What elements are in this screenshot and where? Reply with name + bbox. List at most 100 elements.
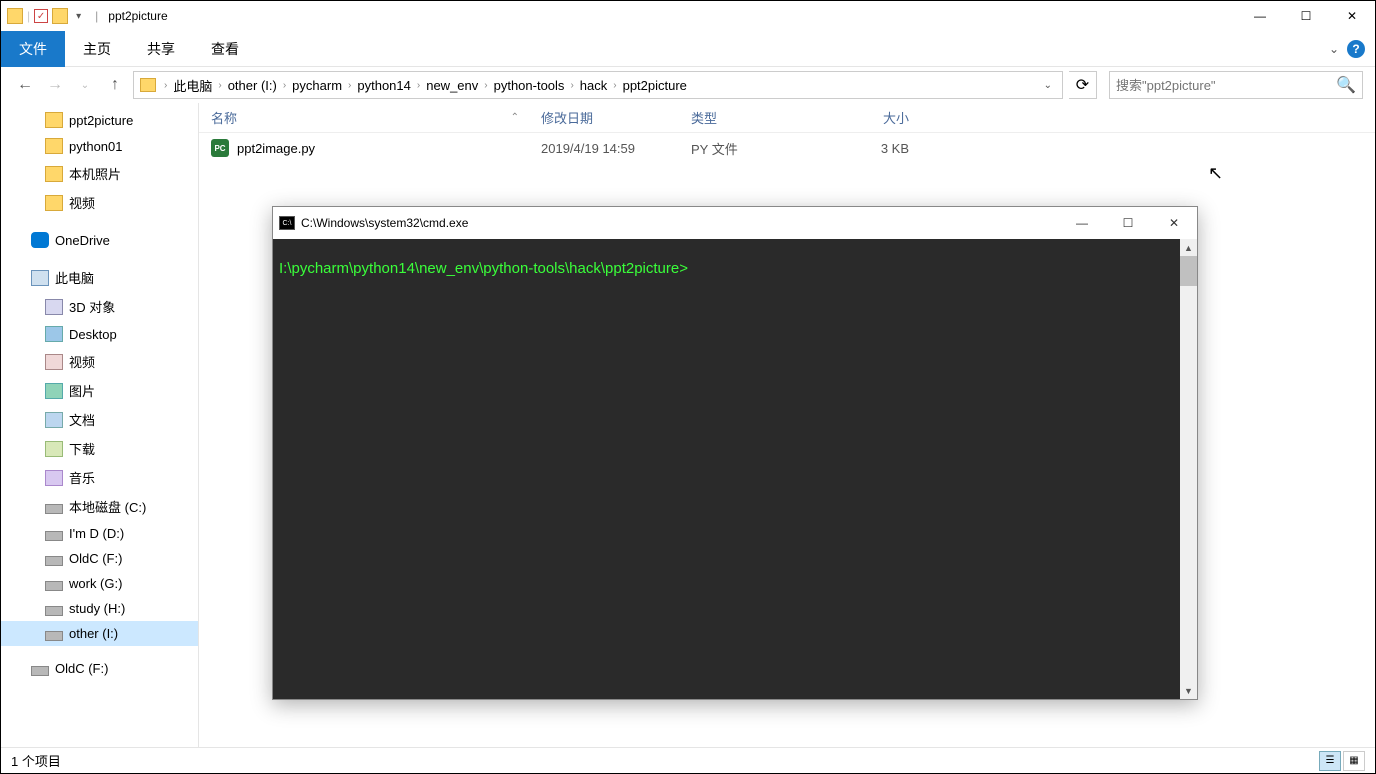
crumb-pc[interactable]: 此电脑 — [169, 76, 216, 95]
crumb-newenv[interactable]: new_env — [422, 78, 482, 93]
cell-date: 2019/4/19 14:59 — [529, 141, 679, 156]
crumb-ppt2picture[interactable]: ppt2picture — [619, 78, 691, 93]
qat-dropdown-icon[interactable]: ▾ — [72, 11, 85, 22]
help-icon[interactable]: ? — [1347, 40, 1365, 58]
cmd-minimize-button[interactable]: — — [1059, 207, 1105, 239]
sidebar-item-label: 本机照片 — [69, 164, 121, 183]
sidebar-item[interactable]: OldC (F:) — [1, 656, 198, 681]
refresh-button[interactable]: ⟳ — [1069, 71, 1097, 99]
quick-access-toolbar: | ✓ ▾ | ppt2picture — [1, 8, 168, 24]
tab-view[interactable]: 查看 — [193, 31, 257, 67]
breadcrumb[interactable]: › 此电脑 › other (I:) › pycharm › python14 … — [133, 71, 1063, 99]
search-input[interactable] — [1116, 78, 1336, 93]
maximize-button[interactable]: ☐ — [1283, 1, 1329, 31]
sidebar-item[interactable]: Desktop — [1, 321, 198, 347]
folder-icon — [45, 195, 63, 211]
tab-home[interactable]: 主页 — [65, 31, 129, 67]
sidebar-item[interactable]: 图片 — [1, 376, 198, 405]
icons-view-button[interactable]: ▦ — [1343, 751, 1365, 771]
up-button[interactable]: ↑ — [103, 73, 127, 97]
sidebar-item[interactable]: 文档 — [1, 405, 198, 434]
drive-icon — [45, 581, 63, 591]
sidebar-item-label: study (H:) — [69, 601, 125, 616]
breadcrumb-sep[interactable]: › — [162, 80, 169, 91]
search-icon[interactable]: 🔍 — [1336, 75, 1356, 95]
sidebar-item[interactable]: work (G:) — [1, 571, 198, 596]
sidebar-item[interactable]: ppt2picture — [1, 107, 198, 133]
folder-icon — [45, 112, 63, 128]
tab-share[interactable]: 共享 — [129, 31, 193, 67]
pic-icon — [45, 383, 63, 399]
breadcrumb-sep[interactable]: › — [415, 80, 422, 91]
sidebar-item-label: python01 — [69, 139, 123, 154]
breadcrumb-sep[interactable]: › — [611, 80, 618, 91]
navigation-pane[interactable]: ppt2picture python01 本机照片视频 OneDrive 此电脑3D 对… — [1, 103, 199, 747]
breadcrumb-sep[interactable]: › — [281, 80, 288, 91]
sidebar-item[interactable]: OldC (F:) — [1, 546, 198, 571]
crumb-hack[interactable]: hack — [576, 78, 611, 93]
sidebar-item[interactable]: 下载 — [1, 434, 198, 463]
sidebar-item[interactable]: 本机照片 — [1, 159, 198, 188]
cmd-window[interactable]: C:\ C:\Windows\system32\cmd.exe — ☐ ✕ I:… — [272, 206, 1198, 700]
recent-dropdown-icon[interactable]: ⌄ — [73, 73, 97, 97]
cmd-scrollbar[interactable]: ▲ ▼ — [1180, 239, 1197, 699]
ribbon-collapse-icon[interactable]: ⌄ — [1329, 42, 1339, 56]
sidebar-item[interactable]: python01 — [1, 133, 198, 159]
sidebar-item[interactable]: 视频 — [1, 347, 198, 376]
sidebar-item[interactable]: other (I:) — [1, 621, 198, 646]
sidebar-item[interactable]: study (H:) — [1, 596, 198, 621]
video-icon — [45, 354, 63, 370]
window-title: ppt2picture — [108, 9, 167, 23]
cell-name: PCppt2image.py — [199, 139, 529, 157]
python-file-icon: PC — [211, 139, 229, 157]
cell-type: PY 文件 — [679, 139, 829, 158]
crumb-pycharm[interactable]: pycharm — [288, 78, 346, 93]
forward-button[interactable]: → — [43, 73, 67, 97]
sidebar-item[interactable]: 本地磁盘 (C:) — [1, 492, 198, 521]
cmd-titlebar[interactable]: C:\ C:\Windows\system32\cmd.exe — ☐ ✕ — [273, 207, 1197, 239]
file-row[interactable]: PCppt2image.py2019/4/19 14:59PY 文件3 KB — [199, 133, 1375, 163]
file-tab[interactable]: 文件 — [1, 31, 65, 67]
sidebar-item[interactable]: OneDrive — [1, 227, 198, 253]
cmd-maximize-button[interactable]: ☐ — [1105, 207, 1151, 239]
sidebar-item-label: 视频 — [69, 352, 95, 371]
properties-icon[interactable]: ✓ — [34, 9, 48, 23]
details-view-button[interactable]: ☰ — [1319, 751, 1341, 771]
column-headers: 名称⌃ 修改日期 类型 大小 — [199, 103, 1375, 133]
breadcrumb-sep[interactable]: › — [346, 80, 353, 91]
crumb-other[interactable]: other (I:) — [224, 78, 281, 93]
col-size[interactable]: 大小 — [829, 108, 929, 127]
pc-icon — [31, 270, 49, 286]
sidebar-item[interactable]: I'm D (D:) — [1, 521, 198, 546]
breadcrumb-sep[interactable]: › — [482, 80, 489, 91]
crumb-python14[interactable]: python14 — [353, 78, 415, 93]
sidebar-item[interactable]: 视频 — [1, 188, 198, 217]
col-name[interactable]: 名称⌃ — [199, 108, 529, 127]
sidebar-item[interactable]: 音乐 — [1, 463, 198, 492]
cmd-body-wrap: I:\pycharm\python14\new_env\python-tools… — [273, 239, 1197, 699]
drive-icon — [45, 504, 63, 514]
crumb-pytools[interactable]: python-tools — [490, 78, 569, 93]
cmd-close-button[interactable]: ✕ — [1151, 207, 1197, 239]
sidebar-item-label: OldC (F:) — [55, 661, 108, 676]
col-date[interactable]: 修改日期 — [529, 108, 679, 127]
search-box[interactable]: 🔍 — [1109, 71, 1363, 99]
sidebar-item[interactable]: 此电脑 — [1, 263, 198, 292]
breadcrumb-sep[interactable]: › — [216, 80, 223, 91]
sidebar-item-label: 音乐 — [69, 468, 95, 487]
new-folder-icon[interactable] — [52, 8, 68, 24]
breadcrumb-sep[interactable]: › — [568, 80, 575, 91]
titlebar: | ✓ ▾ | ppt2picture — ☐ ✕ — [1, 1, 1375, 31]
scroll-up-icon[interactable]: ▲ — [1180, 239, 1197, 256]
cmd-title: C:\Windows\system32\cmd.exe — [301, 216, 468, 230]
back-button[interactable]: ← — [13, 73, 37, 97]
sidebar-item[interactable]: 3D 对象 — [1, 292, 198, 321]
scroll-down-icon[interactable]: ▼ — [1180, 682, 1197, 699]
scroll-thumb[interactable] — [1180, 256, 1197, 286]
minimize-button[interactable]: — — [1237, 1, 1283, 31]
col-type[interactable]: 类型 — [679, 108, 829, 127]
close-button[interactable]: ✕ — [1329, 1, 1375, 31]
breadcrumb-folder-icon — [140, 78, 156, 92]
cmd-terminal[interactable]: I:\pycharm\python14\new_env\python-tools… — [273, 239, 1180, 699]
breadcrumb-dropdown-icon[interactable]: ⌄ — [1040, 80, 1056, 91]
